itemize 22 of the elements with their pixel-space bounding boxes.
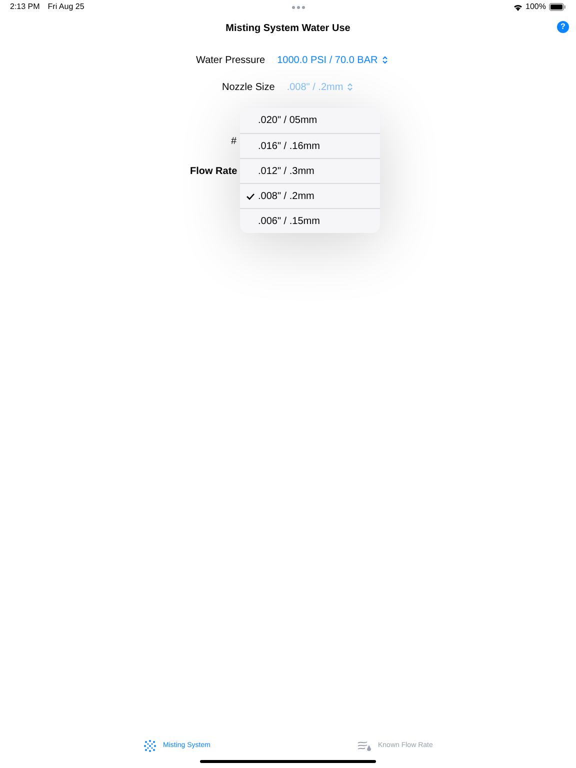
field-label: # <box>231 135 237 149</box>
field-label: Nozzle Size <box>222 80 275 94</box>
help-button[interactable]: ? <box>557 21 569 33</box>
wifi-icon <box>512 3 523 11</box>
nav-title: Misting System Water Use <box>226 22 350 36</box>
menu-item[interactable]: .008" / .2mm <box>240 183 380 208</box>
chevron-up-down-icon <box>347 83 354 91</box>
menu-item[interactable]: .006" / .15mm <box>240 208 380 233</box>
field-label: Water Pressure <box>196 54 266 68</box>
status-time: 2:13 PM <box>10 1 40 13</box>
battery-icon <box>548 3 566 11</box>
picker-button[interactable]: 1000.0 PSI / 70.0 BAR <box>277 52 388 68</box>
menu-item[interactable]: .012" / .3mm <box>240 158 380 183</box>
menu-item[interactable]: .016" / .16mm <box>240 133 380 158</box>
multitasking-dots-icon[interactable] <box>292 6 305 8</box>
status-date: Fri Aug 25 <box>48 1 84 13</box>
battery-percent: 100% <box>526 1 546 13</box>
field-label: Flow Rate <box>190 165 238 179</box>
dots-grid-icon <box>143 739 157 753</box>
wind-drop-icon <box>357 740 372 752</box>
chevron-up-down-icon <box>382 56 388 64</box>
menu-item[interactable]: .020" / 05mm <box>240 108 380 133</box>
